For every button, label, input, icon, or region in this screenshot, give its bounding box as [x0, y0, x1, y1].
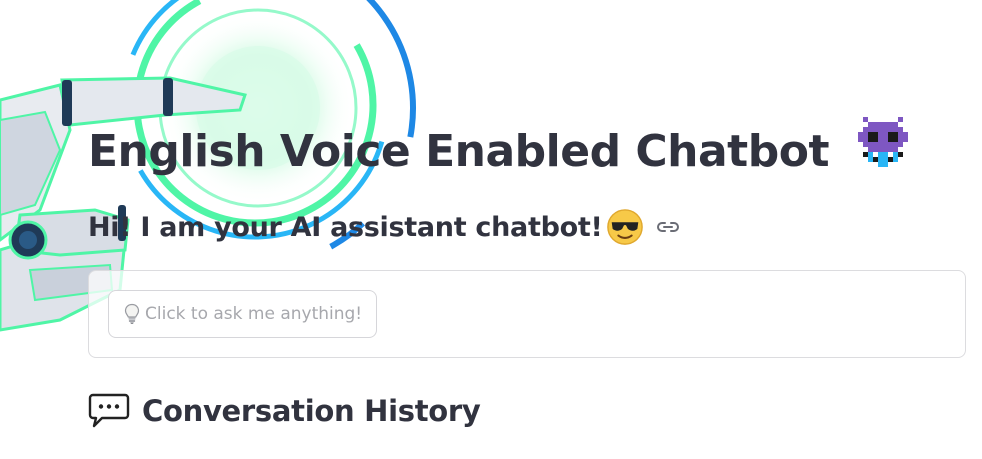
page-title-text: English Voice Enabled Chatbot: [88, 126, 829, 177]
ask-button-label: Click to ask me anything!: [145, 304, 363, 324]
subtitle: Hi! I am your AI assistant chatbot!: [88, 211, 603, 243]
subtitle-row: Hi! I am your AI assistant chatbot!: [88, 208, 680, 246]
history-title: Conversation History: [142, 394, 481, 428]
history-header: Conversation History: [88, 392, 481, 430]
lightbulb-icon: [124, 303, 140, 324]
alien-monster-emoji: [857, 117, 908, 167]
page: English Voice Enabled Chatbot Hi! I am y…: [0, 0, 982, 459]
page-title: English Voice Enabled Chatbot: [88, 112, 914, 177]
speech-balloon-icon: [88, 393, 130, 428]
sunglasses-face-emoji: [607, 209, 644, 245]
ask-container: Click to ask me anything!: [88, 270, 966, 358]
subtitle-text: Hi! I am your AI assistant chatbot!: [88, 211, 603, 243]
link-icon[interactable]: [656, 215, 680, 239]
ask-button[interactable]: Click to ask me anything!: [108, 290, 378, 338]
